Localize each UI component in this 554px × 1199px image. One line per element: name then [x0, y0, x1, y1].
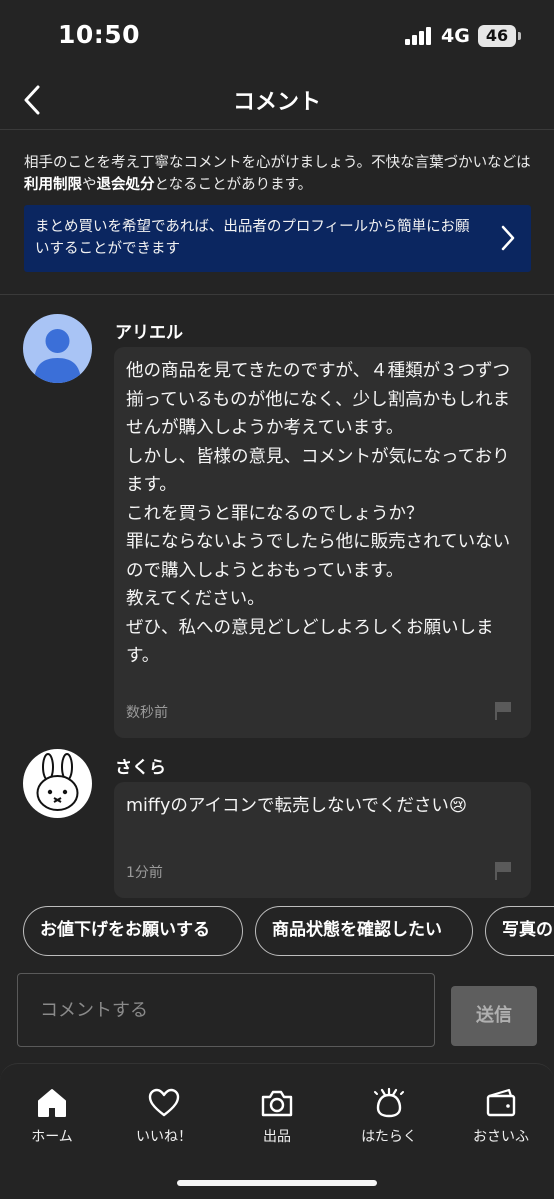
divider — [0, 294, 554, 295]
chip-photo[interactable]: 写真の — [485, 906, 554, 956]
tab-work[interactable]: はたらく — [339, 1086, 439, 1146]
wallet-icon — [486, 1088, 516, 1117]
tab-label: 出品 — [263, 1129, 291, 1145]
tab-label: おさいふ — [473, 1129, 529, 1145]
chip-price-down[interactable]: お値下げをお願いする — [23, 906, 243, 956]
comment-guideline-notice: 相手のことを考え丁寧なコメントを心がけましょう。不快な言葉づかいなどは利用制限や… — [24, 152, 534, 196]
comment-text: miffyのアイコンで転売しないでください😢 — [126, 796, 468, 816]
work-icon — [374, 1087, 404, 1118]
bulk-purchase-banner[interactable]: まとめ買いを希望であれば、出品者のプロフィールから簡単にお願いすることができます — [24, 205, 531, 272]
tab-label: はたらく — [361, 1129, 417, 1145]
camera-icon — [261, 1090, 293, 1117]
status-bar: 10:50 4G 46 — [0, 0, 554, 70]
header: コメント — [0, 70, 554, 130]
comment-bubble: 他の商品を見てきたのですが、４種類が３つずつ揃っているものが他になく、少し割高か… — [114, 347, 531, 738]
tab-sell[interactable]: 出品 — [227, 1086, 327, 1146]
network-label: 4G — [441, 25, 470, 47]
user-icon — [34, 329, 81, 383]
signal-icon — [405, 27, 433, 45]
flag-icon[interactable] — [495, 702, 511, 720]
comment-author-name[interactable]: アリエル — [115, 318, 183, 343]
comment-text: 他の商品を見てきたのですが、４種類が３つずつ揃っているものが他になく、少し割高か… — [126, 361, 511, 666]
notice-text-suffix: となることがあります。 — [154, 177, 313, 193]
screen: 10:50 4G 46 コメント 相手のことを考え丁寧なコメントを心がけましょう… — [0, 0, 554, 1199]
tab-wallet[interactable]: おさいふ — [451, 1086, 551, 1146]
avatar-default-user[interactable] — [23, 314, 92, 383]
chip-check-condition[interactable]: 商品状態を確認したい — [255, 906, 473, 956]
notice-bold-restriction: 利用制限 — [24, 177, 82, 193]
notice-text-prefix: 相手のことを考え丁寧なコメントを心がけましょう。不快な言葉づかいなどは — [24, 155, 531, 171]
chevron-right-icon — [501, 225, 515, 251]
tab-likes[interactable]: いいね！ — [114, 1086, 214, 1146]
home-indicator[interactable] — [177, 1180, 377, 1186]
tab-label: ホーム — [31, 1129, 73, 1145]
home-icon — [38, 1089, 66, 1117]
notice-text-mid: や — [82, 177, 97, 193]
tab-bar: ホーム いいね！ 出品 はたらく おさいふ — [0, 1063, 554, 1199]
miffy-icon — [36, 753, 79, 811]
notice-bold-withdrawal: 退会処分 — [96, 177, 155, 193]
status-time: 10:50 — [58, 20, 141, 49]
quick-reply-chips: お値下げをお願いする 商品状態を確認したい 写真の — [23, 906, 554, 958]
tab-home[interactable]: ホーム — [2, 1086, 102, 1146]
send-button[interactable]: 送信 — [451, 986, 537, 1046]
battery-icon: 46 — [478, 25, 521, 47]
comment-time: 1分前 — [126, 865, 163, 881]
flag-icon[interactable] — [495, 862, 511, 880]
heart-icon — [148, 1088, 180, 1117]
banner-text: まとめ買いを希望であれば、出品者のプロフィールから簡単にお願いすることができます — [35, 219, 470, 257]
comment-author-name[interactable]: さくら — [115, 753, 166, 778]
comment-bubble: miffyのアイコンで転売しないでください😢 1分前 — [114, 782, 531, 898]
comment-time: 数秒前 — [126, 705, 168, 721]
tab-label: いいね！ — [136, 1129, 192, 1145]
comment-input[interactable] — [17, 973, 435, 1047]
page-title: コメント — [232, 90, 321, 115]
avatar-miffy[interactable] — [23, 749, 92, 818]
